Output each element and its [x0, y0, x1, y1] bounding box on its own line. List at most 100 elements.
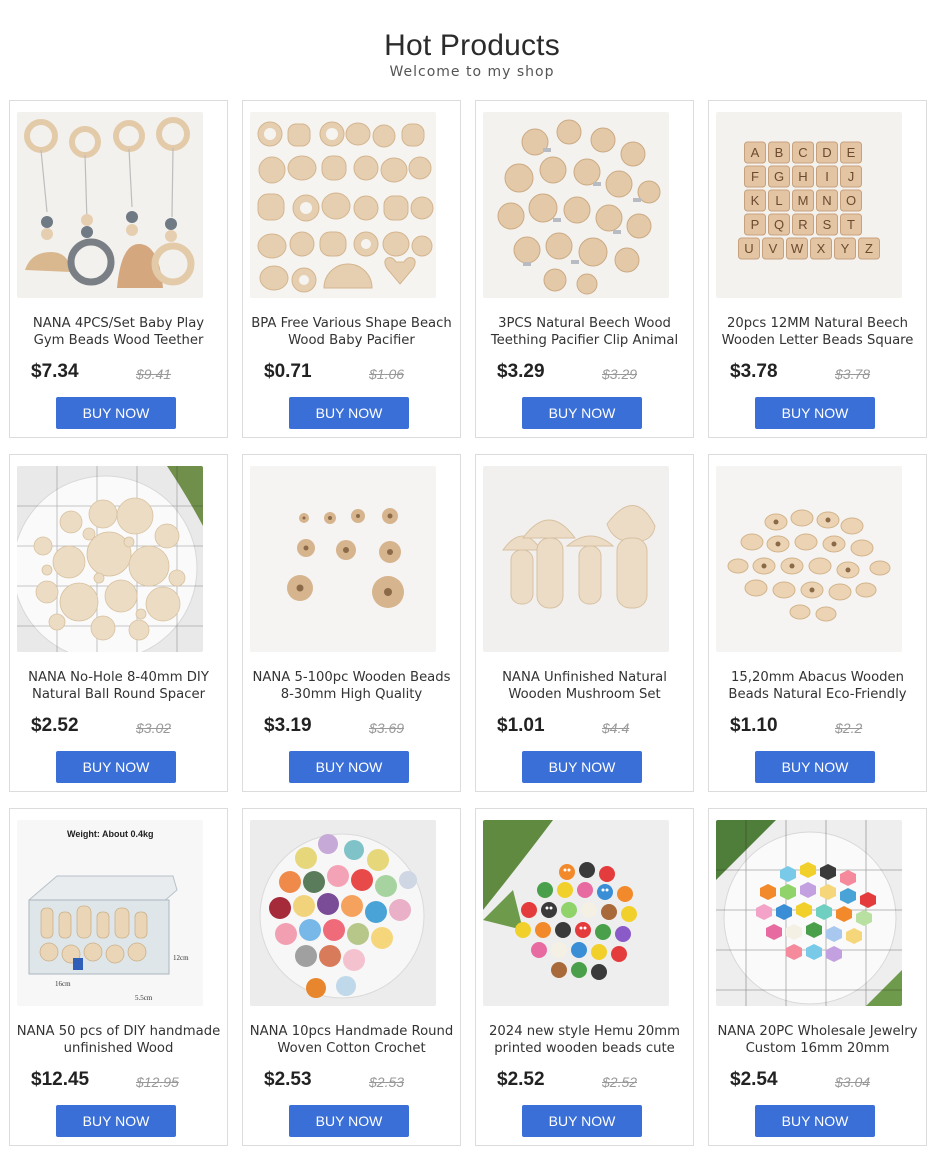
letter-bead: M: [792, 189, 814, 212]
image-dim-12: 12cm: [173, 954, 189, 962]
product-name[interactable]: NANA 10pcs Handmade Round Woven Cotton C…: [249, 1023, 454, 1057]
product-price: $2.52: [497, 1069, 545, 1090]
buy-now-button[interactable]: BUY NOW: [56, 1105, 176, 1137]
image-dim-55: 5.5cm: [135, 994, 153, 1002]
product-image-wood-mushrooms[interactable]: [483, 466, 669, 652]
product-card[interactable]: ABCD E FGH I J KL MNO PQR ST U VWXYZ 20pcs 12MM Na…: [708, 100, 927, 438]
letter-bead: G: [768, 165, 790, 188]
letter-bead: J: [840, 165, 862, 188]
product-image-wood-beads-sizes[interactable]: [250, 466, 436, 652]
letter-bead: K: [744, 189, 766, 212]
product-card[interactable]: NANA 4PCS/Set Baby Play Gym Beads Wood T…: [9, 100, 228, 438]
letter-bead: W: [786, 237, 808, 260]
letter-bead: X: [810, 237, 832, 260]
letter-bead: Q: [768, 213, 790, 236]
product-image-printed-wood-beads[interactable]: [483, 820, 669, 1006]
product-card[interactable]: Weight: About 0.4kg 12cm 16cm 5.5cm NANA…: [9, 808, 228, 1146]
buy-now-button[interactable]: BUY NOW: [289, 397, 409, 429]
product-price: $2.54: [730, 1069, 778, 1090]
product-old-price: $4.4: [602, 720, 630, 736]
svg-text:Y: Y: [841, 241, 850, 256]
product-name[interactable]: 20pcs 12MM Natural Beech Wooden Letter B…: [715, 315, 920, 349]
svg-text:Z: Z: [865, 241, 873, 256]
product-old-price: $9.41: [136, 366, 172, 382]
product-old-price: $2.52: [602, 1074, 638, 1090]
svg-text:I: I: [825, 169, 829, 184]
letter-bead: S: [816, 213, 838, 236]
svg-text:M: M: [798, 193, 809, 208]
buy-now-button[interactable]: BUY NOW: [56, 751, 176, 783]
product-card[interactable]: 2024 new style Hemu 20mm printed wooden …: [475, 808, 694, 1146]
svg-text:U: U: [744, 241, 753, 256]
buy-now-button[interactable]: BUY NOW: [56, 397, 176, 429]
product-name[interactable]: 15,20mm Abacus Wooden Beads Natural Eco-…: [715, 669, 920, 703]
svg-text:O: O: [846, 193, 856, 208]
svg-text:D: D: [822, 145, 831, 160]
buy-now-button[interactable]: BUY NOW: [522, 397, 642, 429]
product-image-letter-beads[interactable]: ABCD E FGH I J KL MNO PQR ST U VWXYZ: [716, 112, 902, 298]
product-image-crochet-beads[interactable]: [250, 820, 436, 1006]
product-old-price: $3.04: [835, 1074, 871, 1090]
letter-bead: L: [768, 189, 790, 212]
buy-now-button[interactable]: BUY NOW: [522, 751, 642, 783]
product-card[interactable]: BPA Free Various Shape Beach Wood Baby P…: [242, 100, 461, 438]
product-name[interactable]: NANA Unfinished Natural Wooden Mushroom …: [482, 669, 687, 703]
product-card[interactable]: NANA 5-100pc Wooden Beads 8-30mm High Qu…: [242, 454, 461, 792]
product-card[interactable]: NANA Unfinished Natural Wooden Mushroom …: [475, 454, 694, 792]
svg-text:B: B: [775, 145, 784, 160]
product-image-wood-shapes[interactable]: [250, 112, 436, 298]
svg-text:G: G: [774, 169, 784, 184]
product-old-price: $3.69: [369, 720, 405, 736]
letter-bead: Y: [834, 237, 856, 260]
svg-text:K: K: [751, 193, 760, 208]
svg-text:X: X: [817, 241, 826, 256]
buy-now-button[interactable]: BUY NOW: [755, 397, 875, 429]
buy-now-button[interactable]: BUY NOW: [755, 1105, 875, 1137]
product-card[interactable]: NANA 10pcs Handmade Round Woven Cotton C…: [242, 808, 461, 1146]
svg-text:Q: Q: [774, 217, 784, 232]
product-image-silicone-hexagon-beads[interactable]: [716, 820, 902, 1006]
svg-text:V: V: [769, 241, 778, 256]
product-grid: NANA 4PCS/Set Baby Play Gym Beads Wood T…: [9, 100, 929, 1146]
product-name[interactable]: 3PCS Natural Beech Wood Teething Pacifie…: [482, 315, 687, 349]
product-image-wood-set-box[interactable]: Weight: About 0.4kg 12cm 16cm 5.5cm: [17, 820, 203, 1006]
product-name[interactable]: NANA No-Hole 8-40mm DIY Natural Ball Rou…: [16, 669, 221, 703]
product-name[interactable]: NANA 5-100pc Wooden Beads 8-30mm High Qu…: [249, 669, 454, 703]
buy-now-button[interactable]: BUY NOW: [289, 751, 409, 783]
svg-text:E: E: [847, 145, 856, 160]
buy-now-button[interactable]: BUY NOW: [755, 751, 875, 783]
product-old-price: $12.95: [136, 1074, 179, 1090]
svg-text:F: F: [751, 169, 759, 184]
section-subtitle: Welcome to my shop: [389, 64, 555, 80]
product-price: $1.01: [497, 715, 545, 736]
letter-bead: V: [762, 237, 784, 260]
product-image-baby-gym-teether[interactable]: [17, 112, 203, 298]
letter-bead: D: [816, 141, 838, 164]
product-image-wood-balls-plate[interactable]: [17, 466, 203, 652]
letter-bead: Z: [858, 237, 880, 260]
product-card[interactable]: NANA No-Hole 8-40mm DIY Natural Ball Rou…: [9, 454, 228, 792]
section-header: Hot Products Welcome to my shop: [0, 0, 944, 100]
product-image-abacus-beads[interactable]: [716, 466, 902, 652]
svg-text:N: N: [822, 193, 831, 208]
svg-text:J: J: [848, 169, 855, 184]
product-price: $3.19: [264, 715, 312, 736]
letter-bead: H: [792, 165, 814, 188]
letter-bead: O: [840, 189, 862, 212]
product-price: $2.53: [264, 1069, 312, 1090]
product-name[interactable]: 2024 new style Hemu 20mm printed wooden …: [482, 1023, 687, 1057]
product-image-pacifier-clips[interactable]: [483, 112, 669, 298]
product-name[interactable]: NANA 50 pcs of DIY handmade unfinished W…: [16, 1023, 221, 1057]
buy-now-button[interactable]: BUY NOW: [522, 1105, 642, 1137]
product-card[interactable]: NANA 20PC Wholesale Jewelry Custom 16mm …: [708, 808, 927, 1146]
product-name[interactable]: NANA 4PCS/Set Baby Play Gym Beads Wood T…: [16, 315, 221, 349]
buy-now-button[interactable]: BUY NOW: [289, 1105, 409, 1137]
product-card[interactable]: 15,20mm Abacus Wooden Beads Natural Eco-…: [708, 454, 927, 792]
product-card[interactable]: 3PCS Natural Beech Wood Teething Pacifie…: [475, 100, 694, 438]
product-name[interactable]: NANA 20PC Wholesale Jewelry Custom 16mm …: [715, 1023, 920, 1057]
product-old-price: $3.29: [602, 366, 638, 382]
product-name[interactable]: BPA Free Various Shape Beach Wood Baby P…: [249, 315, 454, 349]
product-price: $7.34: [31, 361, 79, 382]
letter-bead: F: [744, 165, 766, 188]
svg-text:S: S: [823, 217, 832, 232]
